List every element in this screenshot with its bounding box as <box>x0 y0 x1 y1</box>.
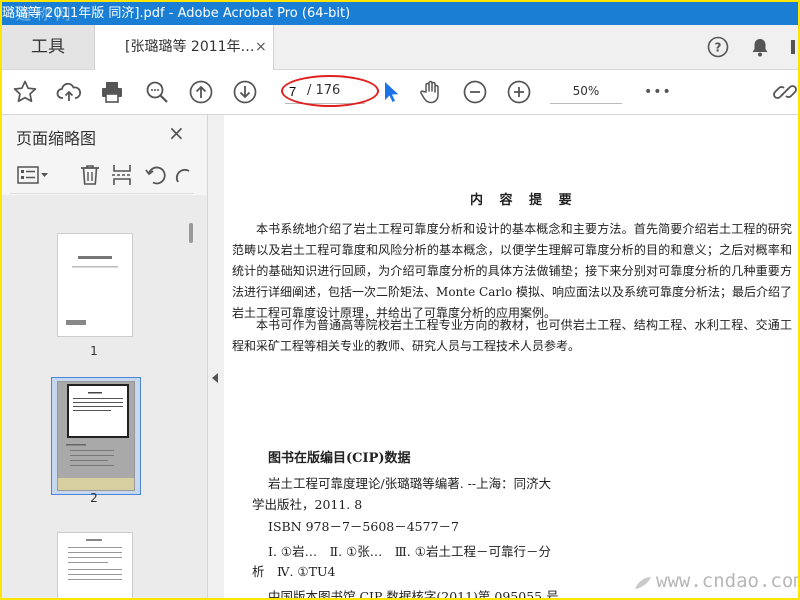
document-view[interactable]: 内 容 提 要 本书系统地介绍了岩土工程可靠度分析和设计的基本概念和主要方法。首… <box>224 115 798 598</box>
panel-scrollbar[interactable] <box>189 223 193 243</box>
panel-close-button[interactable]: × <box>168 121 185 145</box>
zoom-in-icon[interactable] <box>506 79 532 105</box>
cip-line: Ⅰ. ①岩… Ⅱ. ①张… Ⅲ. ①岩土工程－可靠行－分 <box>268 544 551 559</box>
collapse-arrow-icon <box>212 373 218 383</box>
cip-line: 岩土工程可靠度理论/张璐璐等编著. --上海：同济大 <box>268 476 552 491</box>
title-bar: 璐璐等 2011年版 同济].pdf - Adobe Acrobat Pro (… <box>2 2 798 25</box>
zoom-out-icon[interactable] <box>462 79 488 105</box>
zoom-level-select[interactable]: 50% <box>550 79 622 104</box>
thumbnail-number: 1 <box>90 344 98 358</box>
main-toolbar: / 176 50% ••• <box>2 70 798 115</box>
cip-line: 中国版本图书馆 CIP 数据核字(2011)第 095055 号 <box>268 589 559 598</box>
insert-page-icon[interactable] <box>110 163 134 187</box>
panel-title: 页面缩略图 <box>16 129 97 148</box>
panel-toolbar <box>10 157 194 194</box>
tab-document-label: [张璐璐等 2011年… <box>125 39 255 55</box>
thumbnail-page-2[interactable] <box>57 381 135 491</box>
options-icon[interactable] <box>788 36 798 58</box>
redo-icon[interactable] <box>174 163 190 187</box>
watermark-top-left: 通 称 网 <box>16 5 71 23</box>
thumbnail-selected-frame[interactable] <box>51 377 141 495</box>
thumbnails-panel: 页面缩略图 × 1 2 <box>2 115 208 598</box>
cip-line: ISBN 978－7－5608－4577－7 <box>268 519 459 534</box>
thumbnail-page-3[interactable] <box>57 532 133 598</box>
bell-icon[interactable] <box>749 36 771 58</box>
panel-collapse-button[interactable] <box>208 115 224 598</box>
tab-close-button[interactable]: × <box>255 25 267 69</box>
abstract-paragraph-2: 本书可作为普通高等院校岩土工程专业方向的教材，也可供岩土工程、结构工程、水利工程… <box>232 318 792 353</box>
red-annotation-circle <box>281 75 379 107</box>
thumbnail-options-icon[interactable] <box>16 163 50 187</box>
print-icon[interactable] <box>99 79 125 105</box>
arrow-down-icon[interactable] <box>232 79 258 105</box>
watermark-logo-icon <box>633 575 653 593</box>
abstract-heading: 内 容 提 要 <box>470 193 578 208</box>
help-icon[interactable]: ? <box>707 36 729 58</box>
more-tools-button[interactable]: ••• <box>644 79 671 105</box>
trash-icon[interactable] <box>78 163 102 187</box>
cloud-upload-icon[interactable] <box>56 79 82 105</box>
thumbnail-number: 2 <box>90 491 98 505</box>
svg-text:?: ? <box>715 41 722 55</box>
tab-bar: 工具 [张璐璐等 2011年… × ? <box>2 25 798 70</box>
link-icon[interactable] <box>772 79 798 105</box>
hand-icon[interactable] <box>418 79 444 105</box>
star-icon[interactable] <box>12 79 38 105</box>
arrow-up-icon[interactable] <box>188 79 214 105</box>
undo-icon[interactable] <box>144 163 168 187</box>
cip-line: 学出版社，2011. 8 <box>252 497 363 512</box>
tab-document[interactable]: [张璐璐等 2011年… × <box>94 25 274 70</box>
search-zoom-icon[interactable] <box>144 79 170 105</box>
cip-heading: 图书在版编目(CIP)数据 <box>268 451 411 466</box>
thumbnail-page-1[interactable] <box>57 233 133 337</box>
cip-line: 析 Ⅳ. ①TU4 <box>252 564 336 579</box>
select-cursor-icon[interactable] <box>378 79 404 105</box>
abstract-paragraph-1: 本书系统地介绍了岩土工程可靠度分析和设计的基本概念和主要方法。首先简要介绍岩土工… <box>232 222 792 320</box>
tab-tools[interactable]: 工具 <box>2 25 94 69</box>
watermark-bottom-right: www.cndao.com <box>656 570 798 592</box>
app-window: 璐璐等 2011年版 同济].pdf - Adobe Acrobat Pro (… <box>2 2 798 598</box>
